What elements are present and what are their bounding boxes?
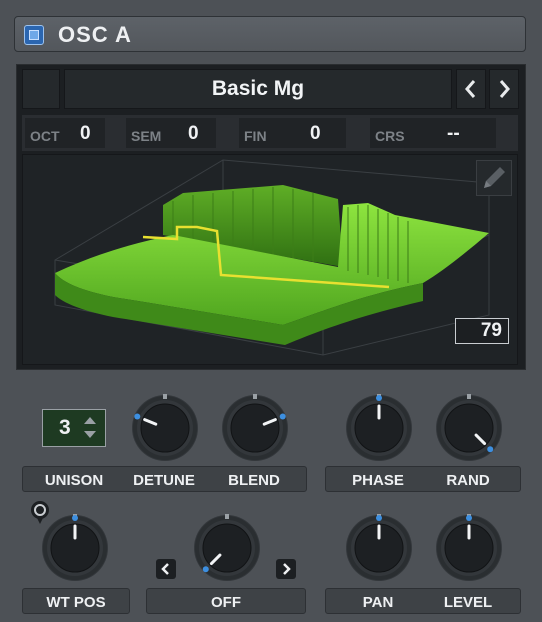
oct-value: 0	[80, 123, 91, 144]
sem-label: SEM	[131, 128, 162, 144]
fin-label: FIN	[244, 128, 267, 144]
warp-mode-label[interactable]: OFF	[146, 594, 306, 611]
chevron-right-icon	[283, 563, 291, 575]
osc-title: OSC A	[58, 22, 132, 47]
wavetable-menu-button[interactable]	[22, 69, 60, 109]
unison-label: UNISON	[44, 472, 104, 489]
crs-value: --	[447, 123, 460, 144]
knob-graphic	[346, 394, 412, 461]
modulation-pin-icon[interactable]	[30, 500, 52, 526]
unison-value: 3	[59, 416, 71, 439]
wt-position-readout[interactable]: 79	[455, 318, 509, 344]
knob-graphic	[132, 394, 198, 461]
knob-graphic	[436, 514, 502, 581]
chevron-left-icon	[161, 563, 169, 575]
knob-graphic	[346, 514, 412, 581]
chevron-left-icon	[465, 80, 476, 98]
rand-label: RAND	[446, 472, 490, 489]
oct-label: OCT	[30, 128, 60, 144]
wavetable-prev-button[interactable]	[456, 69, 486, 109]
knob-graphic	[194, 514, 260, 581]
wavetable-display[interactable]	[22, 154, 518, 365]
fin-value: 0	[310, 123, 321, 144]
level-label: LEVEL	[443, 594, 493, 611]
crs-label: CRS	[375, 128, 405, 144]
wt-pos-label: WT POS	[46, 594, 106, 611]
pencil-icon	[476, 160, 512, 196]
knob-graphic	[436, 394, 502, 461]
wavetable-next-button[interactable]	[489, 69, 519, 109]
pan-label: PAN	[362, 594, 394, 611]
detune-label: DETUNE	[133, 472, 195, 489]
stepper-arrows-icon[interactable]	[80, 413, 100, 443]
phase-label: PHASE	[352, 472, 404, 489]
wavetable-3d-view	[54, 159, 490, 356]
knob-graphic	[222, 394, 288, 461]
warp-next-button[interactable]	[276, 559, 296, 579]
blend-label: BLEND	[228, 472, 280, 489]
osc-power-toggle[interactable]	[24, 25, 44, 45]
wavetable-name[interactable]: Basic Mg	[64, 69, 452, 109]
sem-value: 0	[188, 123, 199, 144]
chevron-right-icon	[499, 80, 510, 98]
warp-prev-button[interactable]	[156, 559, 176, 579]
